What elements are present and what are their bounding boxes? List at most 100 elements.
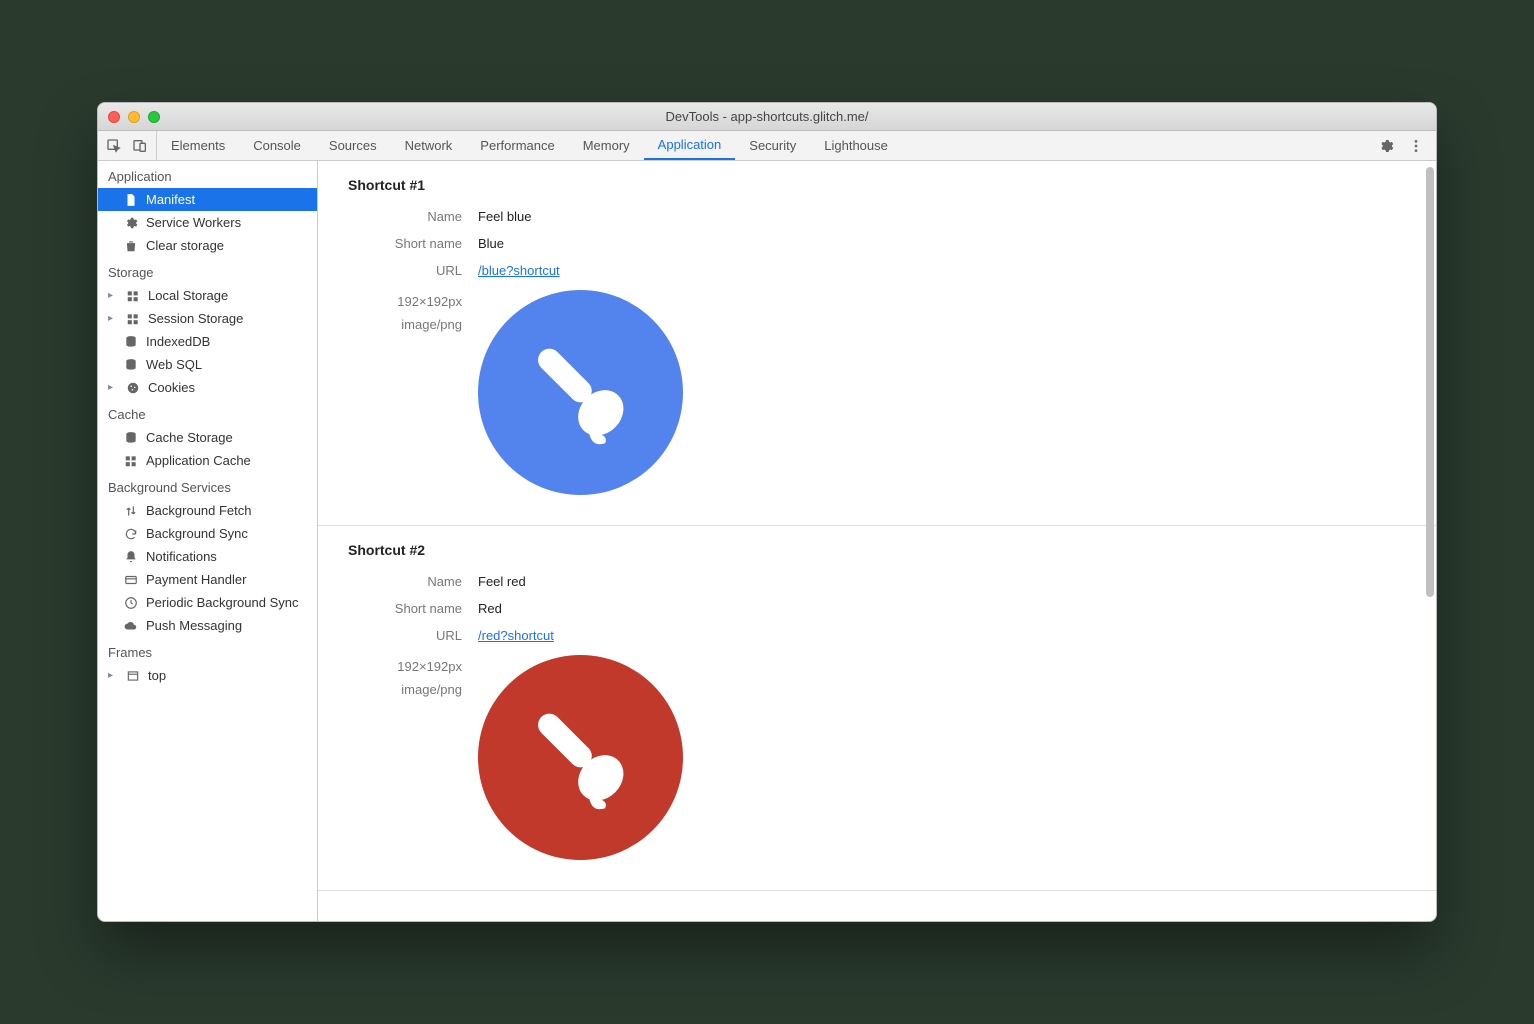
tab-network[interactable]: Network bbox=[391, 131, 467, 160]
sidebar-item-push-messaging[interactable]: Push Messaging bbox=[98, 614, 317, 637]
expand-triangle-icon[interactable]: ▸ bbox=[108, 670, 118, 681]
application-sidebar: Application Manifest Service Workers Clear … bbox=[98, 161, 318, 921]
field-label-short-name: Short name bbox=[348, 601, 478, 616]
sidebar-item-label: Session Storage bbox=[148, 311, 243, 326]
shortcut-heading: Shortcut #1 bbox=[348, 177, 1406, 193]
sidebar-item-periodic-background-sync[interactable]: Periodic Background Sync bbox=[98, 591, 317, 614]
file-icon bbox=[124, 193, 138, 207]
sidebar-item-background-fetch[interactable]: Background Fetch bbox=[98, 499, 317, 522]
sidebar-section-header: Frames bbox=[98, 637, 317, 664]
frame-icon bbox=[126, 669, 140, 683]
shortcut-url-link[interactable]: /blue?shortcut bbox=[478, 263, 560, 278]
shortcut-name: Feel red bbox=[478, 574, 526, 589]
field-label-name: Name bbox=[348, 574, 478, 589]
sidebar-item-label: IndexedDB bbox=[146, 334, 210, 349]
sidebar-item-label: Application Cache bbox=[146, 453, 251, 468]
table-icon bbox=[126, 289, 140, 303]
sidebar-item-cookies[interactable]: ▸ Cookies bbox=[98, 376, 317, 399]
clock-icon bbox=[124, 596, 138, 610]
sidebar-item-local-storage[interactable]: ▸ Local Storage bbox=[98, 284, 317, 307]
sidebar-item-notifications[interactable]: Notifications bbox=[98, 545, 317, 568]
sidebar-section-header: Background Services bbox=[98, 472, 317, 499]
tab-lighthouse[interactable]: Lighthouse bbox=[810, 131, 902, 160]
minimize-window-button[interactable] bbox=[128, 111, 140, 123]
tab-memory[interactable]: Memory bbox=[569, 131, 644, 160]
sidebar-item-manifest[interactable]: Manifest bbox=[98, 188, 317, 211]
sidebar-item-indexeddb[interactable]: IndexedDB bbox=[98, 330, 317, 353]
tab-performance[interactable]: Performance bbox=[466, 131, 568, 160]
field-label-url: URL bbox=[348, 263, 478, 278]
sidebar-item-session-storage[interactable]: ▸ Session Storage bbox=[98, 307, 317, 330]
sidebar-item-background-sync[interactable]: Background Sync bbox=[98, 522, 317, 545]
gear-icon bbox=[124, 216, 138, 230]
shortcut-heading: Shortcut #2 bbox=[348, 542, 1406, 558]
tab-elements[interactable]: Elements bbox=[157, 131, 239, 160]
expand-triangle-icon[interactable]: ▸ bbox=[108, 313, 118, 324]
database-icon bbox=[124, 358, 138, 372]
tab-application[interactable]: Application bbox=[644, 131, 736, 160]
table-icon bbox=[124, 454, 138, 468]
device-toggle-icon[interactable] bbox=[132, 138, 148, 154]
titlebar: DevTools - app-shortcuts.glitch.me/ bbox=[98, 103, 1436, 131]
tab-console[interactable]: Console bbox=[239, 131, 315, 160]
card-icon bbox=[124, 573, 138, 587]
sidebar-item-label: top bbox=[148, 668, 166, 683]
sidebar-item-label: Periodic Background Sync bbox=[146, 595, 298, 610]
shortcut-url-link[interactable]: /red?shortcut bbox=[478, 628, 554, 643]
sidebar-item-label: Notifications bbox=[146, 549, 217, 564]
sidebar-item-label: Payment Handler bbox=[146, 572, 246, 587]
close-window-button[interactable] bbox=[108, 111, 120, 123]
sidebar-item-payment-handler[interactable]: Payment Handler bbox=[98, 568, 317, 591]
window-controls bbox=[108, 111, 160, 123]
database-icon bbox=[124, 335, 138, 349]
shortcut-block: Shortcut #2 Name Feel red Short name Red… bbox=[318, 526, 1436, 891]
sidebar-item-cache-storage[interactable]: Cache Storage bbox=[98, 426, 317, 449]
inspect-icon[interactable] bbox=[106, 138, 122, 154]
sidebar-item-clear-storage[interactable]: Clear storage bbox=[98, 234, 317, 257]
shortcut-icon-size: 192×192px bbox=[348, 655, 462, 678]
shortcut-short-name: Red bbox=[478, 601, 502, 616]
sidebar-item-label: Cache Storage bbox=[146, 430, 233, 445]
database-icon bbox=[124, 431, 138, 445]
sidebar-item-label: Cookies bbox=[148, 380, 195, 395]
shortcut-name: Feel blue bbox=[478, 209, 531, 224]
table-icon bbox=[126, 312, 140, 326]
app-window: DevTools - app-shortcuts.glitch.me/ Elem… bbox=[97, 102, 1437, 922]
tab-sources[interactable]: Sources bbox=[315, 131, 391, 160]
sidebar-item-label: Local Storage bbox=[148, 288, 228, 303]
shortcut-block: Shortcut #1 Name Feel blue Short name Bl… bbox=[318, 161, 1436, 526]
window-title: DevTools - app-shortcuts.glitch.me/ bbox=[98, 109, 1436, 124]
field-label-short-name: Short name bbox=[348, 236, 478, 251]
sidebar-item-label: Background Sync bbox=[146, 526, 248, 541]
expand-triangle-icon[interactable]: ▸ bbox=[108, 382, 118, 393]
shortcut-icon-size: 192×192px bbox=[348, 290, 462, 313]
updown-icon bbox=[124, 504, 138, 518]
shortcut-icon bbox=[478, 655, 683, 860]
sidebar-item-application-cache[interactable]: Application Cache bbox=[98, 449, 317, 472]
sidebar-item-top[interactable]: ▸ top bbox=[98, 664, 317, 687]
sidebar-item-label: Service Workers bbox=[146, 215, 241, 230]
expand-triangle-icon[interactable]: ▸ bbox=[108, 290, 118, 301]
tab-security[interactable]: Security bbox=[735, 131, 810, 160]
field-label-url: URL bbox=[348, 628, 478, 643]
sidebar-item-label: Clear storage bbox=[146, 238, 224, 253]
sidebar-item-service-workers[interactable]: Service Workers bbox=[98, 211, 317, 234]
sidebar-section-header: Cache bbox=[98, 399, 317, 426]
scrollbar[interactable] bbox=[1426, 167, 1434, 597]
sidebar-item-web-sql[interactable]: Web SQL bbox=[98, 353, 317, 376]
sidebar-section-header: Application bbox=[98, 161, 317, 188]
panel-tabs: ElementsConsoleSourcesNetworkPerformance… bbox=[157, 131, 902, 160]
zoom-window-button[interactable] bbox=[148, 111, 160, 123]
more-icon[interactable] bbox=[1408, 138, 1424, 154]
sidebar-section-header: Storage bbox=[98, 257, 317, 284]
sidebar-item-label: Background Fetch bbox=[146, 503, 252, 518]
shortcut-icon-mime: image/png bbox=[348, 313, 462, 336]
settings-icon[interactable] bbox=[1378, 138, 1394, 154]
cookie-icon bbox=[126, 381, 140, 395]
devtools-toolbar: ElementsConsoleSourcesNetworkPerformance… bbox=[98, 131, 1436, 161]
cloud-icon bbox=[124, 619, 138, 633]
trash-icon bbox=[124, 239, 138, 253]
shortcut-icon bbox=[478, 290, 683, 495]
sidebar-item-label: Manifest bbox=[146, 192, 195, 207]
bell-icon bbox=[124, 550, 138, 564]
